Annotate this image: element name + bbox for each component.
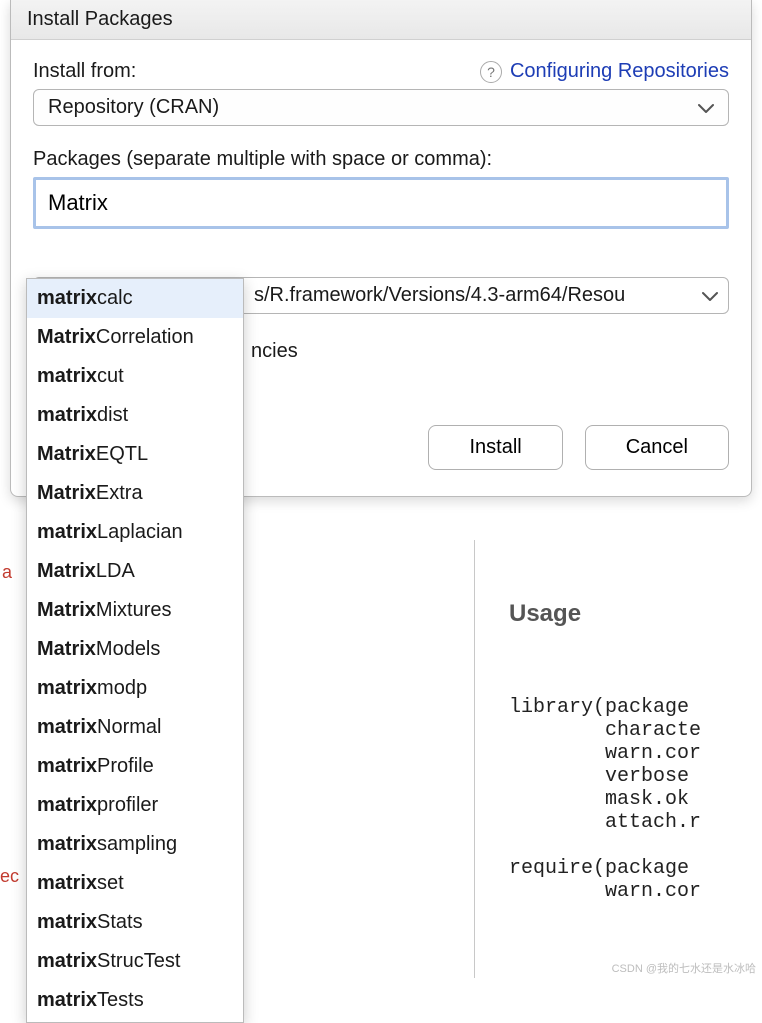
packages-input[interactable]	[33, 177, 729, 229]
autocomplete-item[interactable]: MatrixExtra	[27, 474, 243, 513]
console-fragment: ec	[0, 866, 19, 887]
autocomplete-item[interactable]: matrixdist	[27, 396, 243, 435]
autocomplete-item[interactable]: MatrixLDA	[27, 552, 243, 591]
autocomplete-item[interactable]: matrixcut	[27, 357, 243, 396]
autocomplete-item[interactable]: matrixprofiler	[27, 786, 243, 825]
help-panel: Usage library(package characte warn.cor …	[475, 540, 762, 978]
autocomplete-item[interactable]: matrixStrucTest	[27, 942, 243, 981]
cancel-button[interactable]: Cancel	[585, 425, 729, 470]
chevron-down-icon	[702, 291, 718, 301]
autocomplete-item[interactable]: MatrixCorrelation	[27, 318, 243, 357]
install-from-select[interactable]: Repository (CRAN)	[33, 89, 729, 126]
install-from-value: Repository (CRAN)	[48, 96, 219, 119]
help-link-text: Configuring Repositories	[510, 60, 729, 83]
autocomplete-item[interactable]: MatrixModels	[27, 630, 243, 669]
help-icon: ?	[480, 61, 502, 83]
packages-label: Packages (separate multiple with space o…	[33, 148, 729, 171]
autocomplete-item[interactable]: matrixTests	[27, 981, 243, 1020]
autocomplete-item[interactable]: matrixsampling	[27, 825, 243, 864]
autocomplete-item[interactable]: matrixset	[27, 864, 243, 903]
autocomplete-item[interactable]: matrixLaplacian	[27, 513, 243, 552]
dialog-title: Install Packages	[11, 0, 751, 40]
configuring-repositories-link[interactable]: ? Configuring Repositories	[480, 60, 729, 83]
autocomplete-item[interactable]: matrixcalc	[27, 279, 243, 318]
autocomplete-item[interactable]: MatrixEQTL	[27, 435, 243, 474]
autocomplete-item[interactable]: matrixNormal	[27, 708, 243, 747]
autocomplete-item[interactable]: matrixmodp	[27, 669, 243, 708]
usage-code: library(package characte warn.cor verbos…	[509, 696, 758, 903]
usage-heading: Usage	[509, 600, 758, 628]
autocomplete-item[interactable]: MatrixMixtures	[27, 591, 243, 630]
chevron-down-icon	[698, 103, 714, 113]
watermark: CSDN @我的七水还是水冰哈	[612, 960, 756, 976]
autocomplete-popup: matrixcalcMatrixCorrelationmatrixcutmatr…	[26, 278, 244, 1023]
autocomplete-item[interactable]: matrixStats	[27, 903, 243, 942]
install-from-label: Install from:	[33, 60, 136, 83]
autocomplete-item[interactable]: matrixProfile	[27, 747, 243, 786]
install-button[interactable]: Install	[428, 425, 562, 470]
console-fragment: a	[2, 562, 12, 583]
